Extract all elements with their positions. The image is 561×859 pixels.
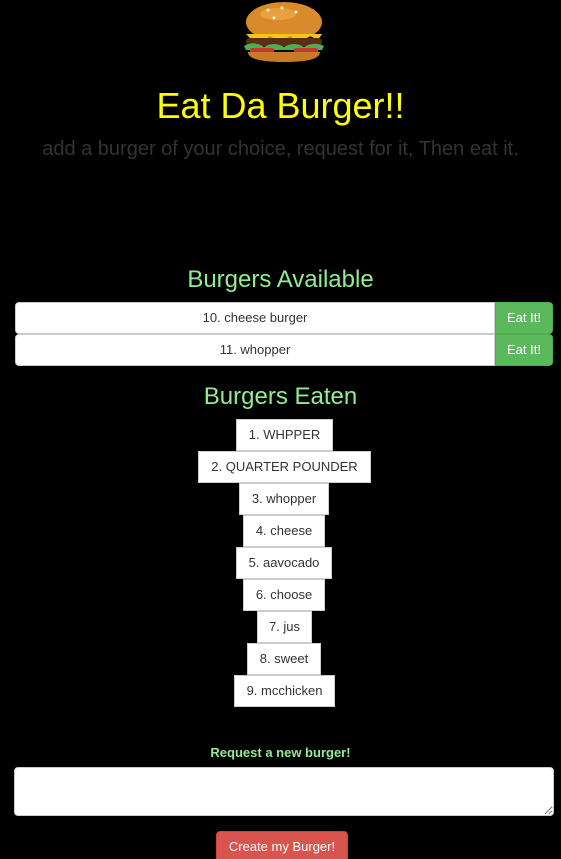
available-burger-name: 10. cheese burger <box>15 302 495 334</box>
eat-it-button[interactable]: Eat It! <box>495 302 553 334</box>
page-title: Eat Da Burger!! <box>156 85 405 126</box>
eaten-burger-item: 7. jus <box>257 611 312 643</box>
create-burger-button[interactable]: Create my Burger! <box>216 831 348 859</box>
eat-it-button[interactable]: Eat It! <box>495 334 553 366</box>
eaten-burger-item: 8. sweet <box>247 643 321 675</box>
eaten-burger-item: 2. QUARTER POUNDER <box>198 451 371 483</box>
eaten-burger-item: 9. mcchicken <box>234 675 335 707</box>
available-burger-row: 10. cheese burger Eat It! <box>15 302 553 334</box>
eaten-burger-item: 6. choose <box>243 579 325 611</box>
page: Eat Da Burger!! add a burger of your cho… <box>0 0 561 859</box>
eaten-burger-item: 5. aavocado <box>236 547 332 579</box>
burger-name-textarea[interactable] <box>14 767 554 816</box>
eaten-burger-item: 1. WHPPER <box>236 419 333 451</box>
available-burger-name: 11. whopper <box>15 334 495 366</box>
eaten-burger-item: 3. whopper <box>239 483 329 515</box>
eaten-burger-item: 4. cheese <box>243 515 325 547</box>
eaten-heading: Burgers Eaten <box>203 383 358 410</box>
available-burger-row: 11. whopper Eat It! <box>15 334 553 366</box>
page-subtitle: add a burger of your choice, request for… <box>42 138 519 160</box>
request-label: Request a new burger! <box>210 745 351 760</box>
burger-icon <box>238 0 330 64</box>
available-heading: Burgers Available <box>187 266 374 293</box>
